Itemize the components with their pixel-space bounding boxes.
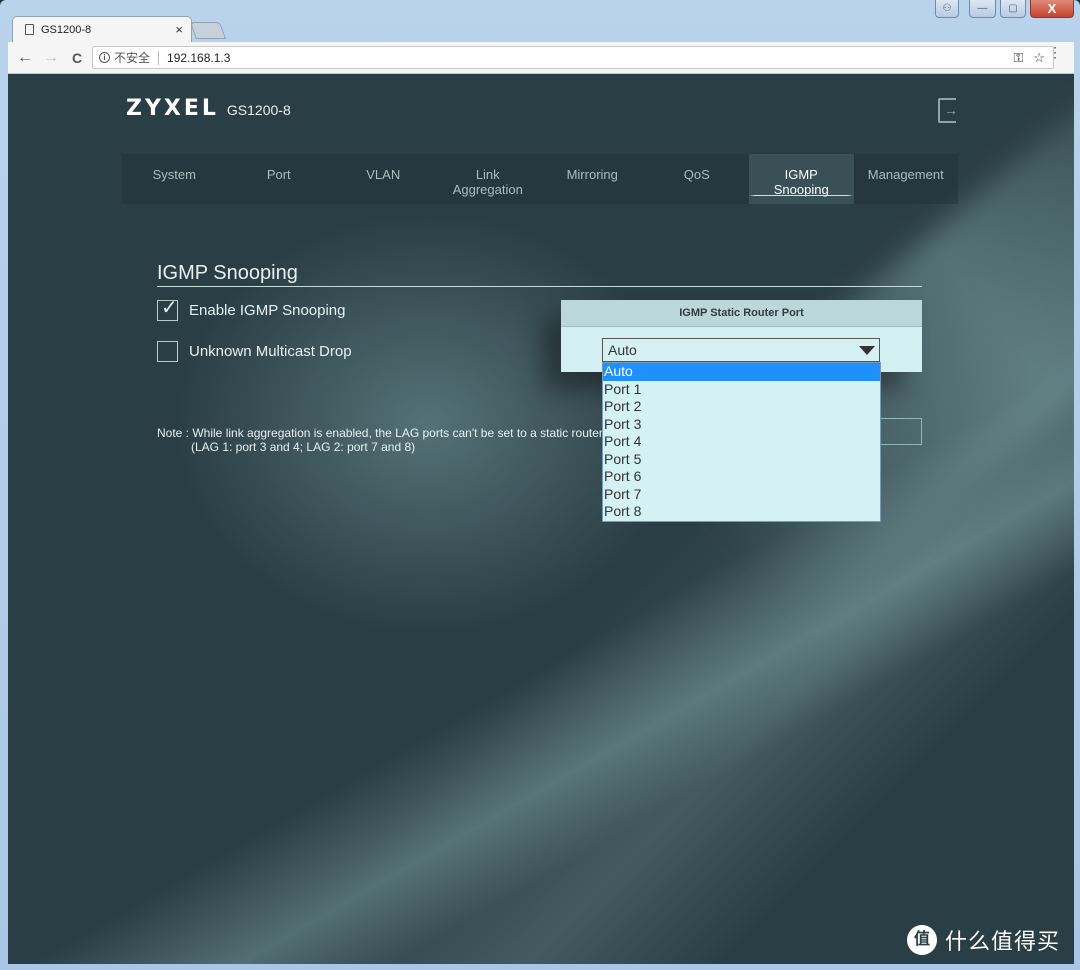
router-port-select[interactable]: Auto bbox=[602, 338, 880, 362]
nav-label: QoS bbox=[683, 167, 710, 182]
brand-header: ZYXEL GS1200-8 bbox=[126, 96, 291, 121]
nav-label: Management bbox=[867, 167, 944, 182]
select-value: Auto bbox=[608, 342, 637, 358]
back-icon[interactable]: ← bbox=[12, 49, 38, 67]
watermark: 值 什么值得买 bbox=[906, 924, 1060, 956]
star-icon[interactable]: ☆ bbox=[1033, 50, 1045, 66]
option-port-2[interactable]: Port 2 bbox=[603, 398, 880, 416]
browser-toolbar: ← → C i 不安全 192.168.1.3 ⚿ ☆ ⋮ bbox=[8, 42, 1074, 74]
device-model: GS1200-8 bbox=[226, 102, 291, 118]
nav-vlan[interactable]: VLAN bbox=[331, 154, 436, 204]
close-window-button[interactable]: X bbox=[1030, 0, 1074, 18]
unknown-multicast-label: Unknown Multicast Drop bbox=[189, 343, 352, 360]
option-port-1[interactable]: Port 1 bbox=[603, 381, 880, 399]
nav-link-aggregation[interactable]: Link Aggregation bbox=[436, 154, 541, 204]
new-tab-button[interactable] bbox=[189, 22, 227, 39]
tab-title: GS1200-8 bbox=[41, 23, 92, 36]
minimize-button[interactable]: — bbox=[969, 0, 996, 18]
nav-label: Mirroring bbox=[566, 167, 618, 182]
user-icon: ⚇ bbox=[942, 3, 952, 14]
note-line-1: Note : While link aggregation is enabled… bbox=[157, 426, 607, 440]
nav-label: Link Aggregation bbox=[452, 167, 523, 197]
maximize-button[interactable]: ▢ bbox=[1000, 0, 1026, 18]
main-nav: System Port VLAN Link Aggregation Mirror… bbox=[122, 154, 958, 204]
nav-label: VLAN bbox=[366, 167, 401, 182]
minimize-icon: — bbox=[977, 3, 988, 14]
address-bar[interactable]: i 不安全 192.168.1.3 ⚿ ☆ bbox=[92, 46, 1054, 69]
key-icon[interactable]: ⚿ bbox=[1013, 50, 1023, 66]
note-line-2: (LAG 1: port 3 and 4; LAG 2: port 7 and … bbox=[191, 440, 416, 454]
checkmark-icon: ✓ bbox=[161, 297, 178, 319]
nav-port[interactable]: Port bbox=[227, 154, 332, 204]
document-icon bbox=[25, 24, 34, 35]
page-content: ZYXEL GS1200-8 → System Port VLAN Link A… bbox=[8, 74, 1074, 964]
option-port-5[interactable]: Port 5 bbox=[603, 451, 880, 469]
option-port-6[interactable]: Port 6 bbox=[603, 468, 880, 486]
enable-igmp-label: Enable IGMP Snooping bbox=[189, 302, 346, 319]
browser-window: ⚇ — ▢ X GS1200-8 × ← → C i 不安全 192.168.1… bbox=[0, 0, 1080, 970]
option-port-7[interactable]: Port 7 bbox=[603, 486, 880, 504]
unknown-multicast-row[interactable]: Unknown Multicast Drop bbox=[157, 341, 352, 362]
option-port-8[interactable]: Port 8 bbox=[603, 503, 880, 521]
tab-close-icon[interactable]: × bbox=[175, 22, 183, 37]
window-controls: ⚇ — ▢ X bbox=[935, 0, 1074, 18]
nav-mirroring[interactable]: Mirroring bbox=[540, 154, 645, 204]
close-icon: X bbox=[1047, 1, 1057, 16]
zyxel-logo: ZYXEL bbox=[126, 96, 219, 121]
section-divider bbox=[157, 286, 922, 287]
lag-note: Note : While link aggregation is enabled… bbox=[157, 426, 607, 454]
nav-management[interactable]: Management bbox=[854, 154, 959, 204]
option-port-3[interactable]: Port 3 bbox=[603, 416, 880, 434]
security-label: 不安全 bbox=[114, 51, 151, 65]
browser-tab[interactable]: GS1200-8 × bbox=[12, 16, 192, 42]
forward-icon[interactable]: → bbox=[38, 49, 64, 67]
enable-igmp-checkbox[interactable]: ✓ bbox=[157, 297, 178, 321]
nav-label: System bbox=[152, 167, 196, 182]
logout-icon: → bbox=[944, 102, 958, 118]
enable-igmp-row[interactable]: ✓ Enable IGMP Snooping bbox=[157, 297, 346, 321]
user-profile-button[interactable]: ⚇ bbox=[935, 0, 959, 18]
info-icon[interactable]: i bbox=[99, 52, 110, 63]
reload-icon[interactable]: C bbox=[64, 50, 90, 66]
menu-icon[interactable]: ⋮ bbox=[1048, 45, 1062, 59]
chevron-down-icon bbox=[859, 346, 875, 355]
section-title: IGMP Snooping bbox=[157, 262, 298, 284]
unknown-multicast-drop-checkbox[interactable] bbox=[157, 341, 178, 362]
maximize-icon: ▢ bbox=[1008, 3, 1018, 14]
option-port-4[interactable]: Port 4 bbox=[603, 433, 880, 451]
static-router-port-header: IGMP Static Router Port bbox=[561, 300, 922, 327]
option-auto[interactable]: Auto bbox=[603, 363, 880, 381]
watermark-logo-icon: 值 bbox=[906, 925, 937, 955]
nav-label: IGMP Snooping bbox=[773, 167, 829, 197]
router-port-options: Auto Port 1 Port 2 Port 3 Port 4 Port 5 … bbox=[602, 362, 881, 522]
url-text[interactable]: 192.168.1.3 bbox=[167, 51, 230, 65]
nav-system[interactable]: System bbox=[122, 154, 227, 204]
nav-igmp-snooping[interactable]: IGMP Snooping bbox=[749, 154, 854, 204]
watermark-text: 什么值得买 bbox=[944, 930, 1060, 955]
nav-qos[interactable]: QoS bbox=[645, 154, 750, 204]
nav-label: Port bbox=[266, 167, 291, 182]
divider bbox=[158, 50, 160, 65]
